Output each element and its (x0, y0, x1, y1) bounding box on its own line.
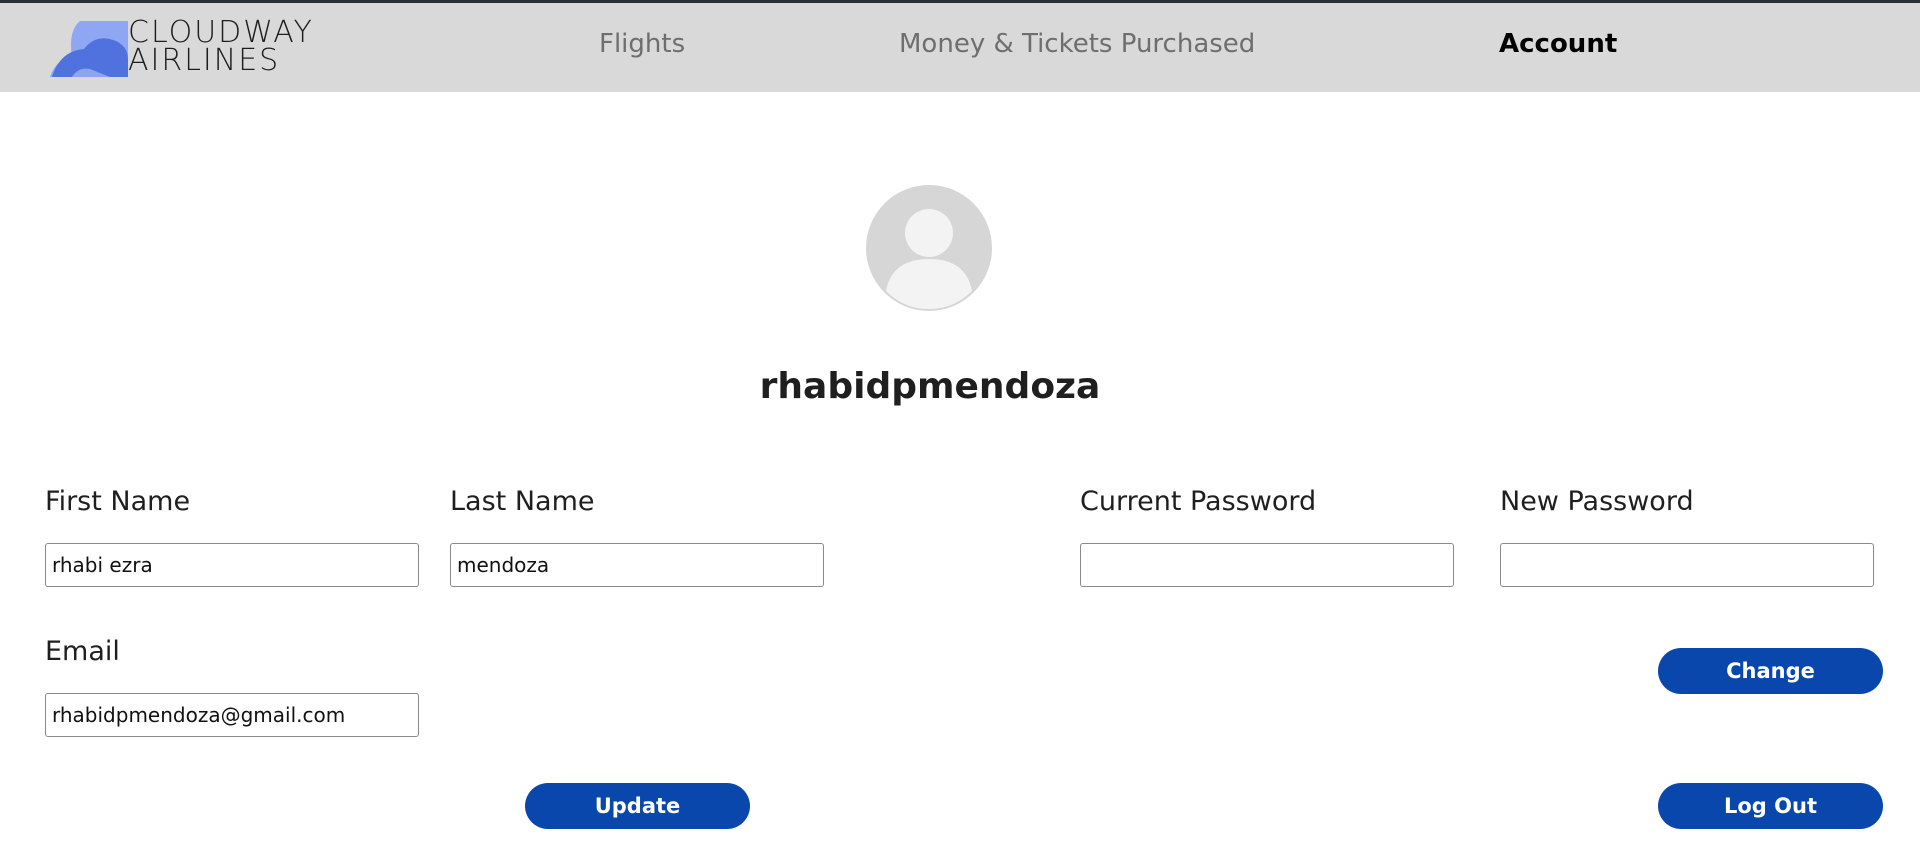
logout-button[interactable]: Log Out (1658, 783, 1883, 829)
nav-flights[interactable]: Flights (599, 29, 685, 59)
new-password-label: New Password (1500, 486, 1694, 517)
user-avatar-icon (866, 185, 992, 311)
navbar: CLOUDWAY AIRLINES Flights Money & Ticket… (0, 3, 1920, 92)
email-label: Email (45, 636, 120, 667)
current-password-input[interactable] (1080, 543, 1454, 587)
change-password-button[interactable]: Change (1658, 648, 1883, 694)
brand-logo[interactable]: CLOUDWAY AIRLINES (50, 17, 350, 81)
current-password-label: Current Password (1080, 486, 1317, 517)
brand-line-2: AIRLINES (128, 43, 281, 78)
first-name-label: First Name (45, 486, 191, 517)
last-name-label: Last Name (450, 486, 595, 517)
last-name-input[interactable] (450, 543, 824, 587)
first-name-input[interactable] (45, 543, 419, 587)
new-password-input[interactable] (1500, 543, 1874, 587)
cloud-logo-icon (50, 21, 128, 77)
update-button[interactable]: Update (525, 783, 750, 829)
nav-money-tickets[interactable]: Money & Tickets Purchased (899, 29, 1255, 59)
nav-account[interactable]: Account (1499, 29, 1617, 59)
username-heading: rhabidpmendoza (759, 366, 1101, 407)
email-input[interactable] (45, 693, 419, 737)
brand-wordmark: CLOUDWAY AIRLINES (128, 18, 314, 78)
